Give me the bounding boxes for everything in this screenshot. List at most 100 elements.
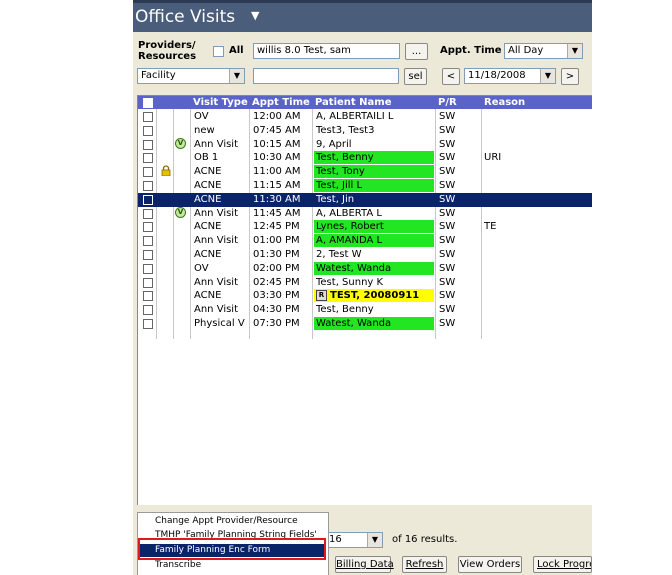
patient-name-text: Test, Benny	[316, 152, 374, 164]
patient-name-text: Watest, Wanda	[316, 318, 392, 329]
facility-text-input[interactable]	[253, 68, 399, 84]
table-row[interactable]: ACNE 11:15 AM Test, Jill L SW	[138, 179, 592, 193]
menu-item-transcribe[interactable]: Transcribe	[155, 560, 201, 570]
chevron-down-icon[interactable]: ▼	[567, 44, 582, 58]
cell-patient-name: R TEST, 20080911	[314, 289, 434, 303]
table-row[interactable]: Ann Visit 01:00 PM A, AMANDA L SW	[138, 234, 592, 248]
table-row[interactable]: ACNE 11:30 AM Test, Jin SW	[138, 192, 592, 207]
row-checkbox[interactable]	[143, 250, 153, 260]
col-visit-type[interactable]: Visit Type	[193, 96, 248, 109]
row-checkbox[interactable]	[143, 291, 153, 302]
table-row[interactable]: Physical V 07:30 PM Watest, Wanda SW	[138, 317, 592, 331]
date-select[interactable]: 11/18/2008 ▼	[464, 68, 556, 84]
select-all-checkbox[interactable]	[143, 98, 153, 108]
title-dropdown-icon[interactable]: ▼	[251, 9, 259, 22]
appt-time-label: Appt. Time	[440, 45, 502, 56]
facility-value: Facility	[141, 70, 176, 81]
row-checkbox[interactable]	[143, 167, 153, 178]
row-checkbox[interactable]	[143, 194, 153, 205]
billing-data-button[interactable]: Billing Data	[335, 556, 394, 573]
patient-name-text: Test, Tony	[316, 166, 365, 178]
cell-visit-type: ACNE	[194, 193, 222, 205]
patient-name-text: A, ALBERTA L	[316, 207, 382, 219]
cell-pr: SW	[439, 276, 456, 288]
cell-pr: SW	[439, 193, 456, 205]
grid-header: Visit Type Appt Time Patient Name P/R Re…	[138, 96, 592, 109]
cell-visit-type: Ann Visit	[194, 235, 239, 247]
row-checkbox[interactable]	[143, 305, 153, 316]
patient-name-text: Test, Benny	[316, 304, 374, 316]
table-row[interactable]: ACNE 03:30 PM R TEST, 20080911 SW	[138, 289, 592, 303]
cell-visit-type: Ann Visit	[194, 276, 239, 288]
cell-appt-time: 11:00 AM	[253, 166, 301, 178]
cell-patient-name: Test, Jill L	[314, 179, 434, 192]
cell-appt-time: 11:30 AM	[253, 193, 301, 205]
row-checkbox[interactable]	[143, 222, 153, 233]
row-checkbox[interactable]	[143, 125, 153, 136]
appt-time-select[interactable]: All Day ▼	[504, 43, 583, 59]
patient-name-text: Test3, Test3	[316, 124, 375, 136]
table-row[interactable]: V Ann Visit 11:45 AM A, ALBERTA L SW	[138, 206, 592, 221]
patient-name-text: 2, Test W	[316, 249, 362, 260]
table-row[interactable]: ACNE 12:45 PM Lynes, Robert SW TE	[138, 220, 592, 234]
patient-name-text: TEST, 20080911	[330, 290, 420, 302]
col-appt-time[interactable]: Appt Time	[252, 96, 310, 109]
sel-button[interactable]: sel	[404, 68, 427, 85]
row-checkbox[interactable]	[143, 208, 153, 219]
cell-patient-name: Test, Benny	[314, 151, 434, 165]
row-checkbox[interactable]	[143, 181, 153, 191]
cell-pr: SW	[439, 235, 456, 247]
patient-name-text: Test, Sunny K	[316, 276, 384, 288]
row-checkbox[interactable]	[143, 236, 153, 247]
browse-provider-button[interactable]: ...	[405, 43, 428, 60]
col-pr[interactable]: P/R	[438, 96, 457, 109]
cell-pr: SW	[439, 262, 456, 274]
patient-name-text: Test, Jin	[316, 193, 355, 205]
page-size-select[interactable]: 16 ▼	[325, 532, 383, 548]
all-label: All	[229, 45, 244, 56]
cell-patient-name: Test, Sunny K	[314, 276, 434, 289]
table-row[interactable]: OV 02:00 PM Watest, Wanda SW	[138, 261, 592, 276]
row-checkbox[interactable]	[143, 139, 153, 150]
row-checkbox[interactable]	[143, 277, 153, 288]
title-bar: Office Visits ▼	[133, 0, 592, 32]
cell-patient-name: Test, Benny	[314, 303, 434, 316]
cell-appt-time: 03:30 PM	[253, 290, 300, 302]
table-row[interactable]: OB 1 10:30 AM Test, Benny SW URI	[138, 151, 592, 165]
patient-name-text: A, ALBERTAILI L	[316, 111, 394, 122]
all-checkbox[interactable]	[213, 46, 224, 57]
cell-pr: SW	[439, 111, 456, 122]
table-row[interactable]: ACNE 11:00 AM Test, Tony SW	[138, 165, 592, 179]
chevron-down-icon[interactable]: ▼	[367, 533, 382, 547]
facility-select[interactable]: Facility ▼	[137, 68, 245, 84]
table-row[interactable]: new 07:45 AM Test3, Test3 SW	[138, 124, 592, 138]
cell-patient-name: Watest, Wanda	[314, 261, 434, 275]
row-checkbox[interactable]	[143, 319, 153, 329]
patient-name-text: Watest, Wanda	[316, 262, 392, 274]
next-date-button[interactable]: >	[561, 68, 579, 85]
cell-appt-time: 12:00 AM	[253, 111, 301, 122]
cell-patient-name: A, ALBERTA L	[314, 207, 434, 220]
refresh-button[interactable]: Refresh	[402, 556, 447, 573]
prev-date-button[interactable]: <	[442, 68, 460, 85]
visit-icon: V	[175, 206, 186, 218]
record-badge-icon: R	[316, 290, 327, 302]
chevron-down-icon[interactable]: ▼	[229, 69, 244, 83]
lock-progress-button[interactable]: Lock Progres	[533, 556, 592, 573]
billing-data-label: Billing Data	[336, 559, 394, 570]
table-row[interactable]: Ann Visit 02:45 PM Test, Sunny K SW	[138, 276, 592, 290]
table-row[interactable]: OV 12:00 AM A, ALBERTAILI L SW	[138, 110, 592, 124]
row-checkbox[interactable]	[143, 112, 153, 122]
col-patient-name[interactable]: Patient Name	[315, 96, 392, 109]
table-row[interactable]: ACNE 01:30 PM 2, Test W SW	[138, 248, 592, 262]
row-checkbox[interactable]	[143, 153, 153, 164]
chevron-down-icon[interactable]: ▼	[540, 69, 555, 83]
cell-visit-type: ACNE	[194, 221, 222, 233]
col-reason[interactable]: Reason	[484, 96, 525, 109]
table-row[interactable]: Ann Visit 04:30 PM Test, Benny SW	[138, 303, 592, 317]
view-orders-button[interactable]: View Orders	[458, 556, 522, 573]
menu-item-change-provider[interactable]: Change Appt Provider/Resource	[155, 516, 298, 526]
provider-input[interactable]: willis 8.0 Test, sam	[253, 43, 400, 59]
row-checkbox[interactable]	[143, 263, 153, 274]
table-row[interactable]: V Ann Visit 10:15 AM 9, April SW	[138, 137, 592, 152]
